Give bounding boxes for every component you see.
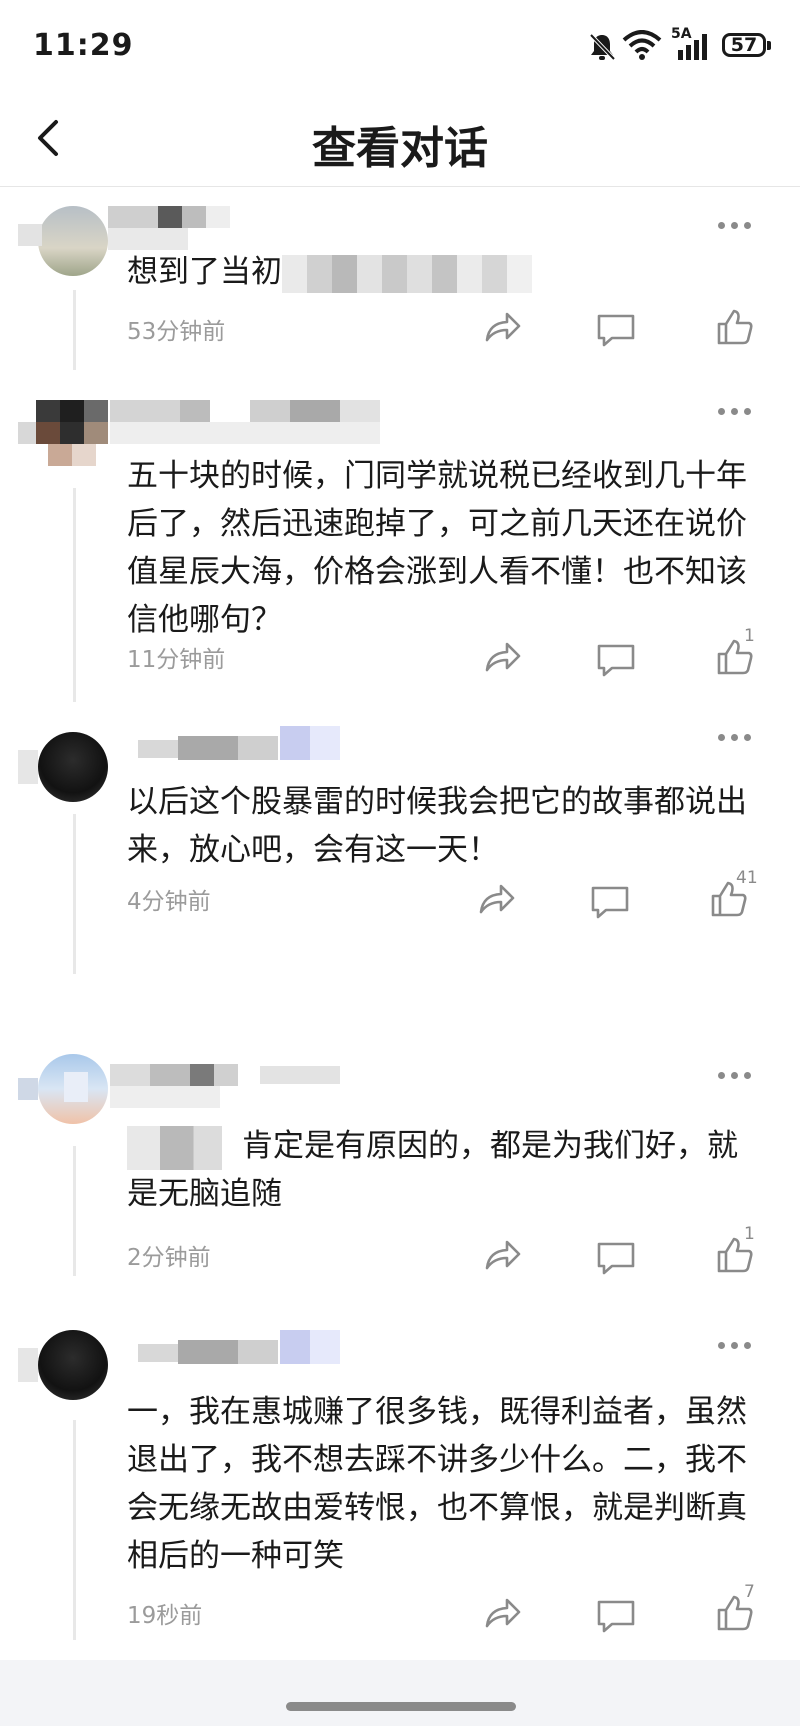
- like-count: 1: [744, 1224, 755, 1244]
- comment-time: 2分钟前: [127, 1245, 211, 1271]
- username-redacted[interactable]: [138, 1330, 340, 1374]
- thread-line: [73, 488, 76, 702]
- status-bar: 11:29 5A 57: [0, 0, 800, 92]
- redacted-text: [127, 1125, 222, 1170]
- comment-time: 11分钟前: [127, 647, 226, 673]
- wifi-icon: [622, 30, 662, 60]
- home-indicator[interactable]: [286, 1702, 516, 1711]
- bottom-band: [0, 1660, 800, 1726]
- comment-text: 一，我在惠城赚了很多钱，既得利益者，虽然退出了，我不想去踩不讲多少什么。二，我不…: [127, 1394, 747, 1574]
- like-count: 7: [744, 1582, 755, 1602]
- share-arrow-icon[interactable]: [478, 882, 516, 916]
- battery-tip: [767, 41, 771, 50]
- comment-bubble-icon[interactable]: [596, 1598, 636, 1634]
- thread-line: [73, 1146, 76, 1276]
- signal-icon: [678, 34, 707, 60]
- comment-bubble-icon[interactable]: [596, 312, 636, 348]
- comment-time: 4分钟前: [127, 889, 211, 915]
- comment-text: 以后这个股暴雷的时候我会把它的故事都说出来，放心吧，会有这一天！: [127, 784, 747, 868]
- comment-item: 一，我在惠城赚了很多钱，既得利益者，虽然退出了，我不想去踩不讲多少什么。二，我不…: [0, 1330, 800, 1660]
- more-dots-icon[interactable]: [718, 408, 754, 418]
- thread-line: [73, 814, 76, 974]
- more-dots-icon[interactable]: [718, 734, 754, 744]
- more-dots-icon[interactable]: [718, 222, 754, 232]
- status-time: 11:29: [33, 28, 134, 63]
- nav-header: 查看对话: [0, 92, 800, 187]
- like-count: 41: [736, 868, 758, 888]
- avatar[interactable]: [18, 1054, 108, 1134]
- comment-item: 肯定是有原因的，都是为我们好，就是无脑追随 2分钟前 1: [0, 1050, 800, 1290]
- comment-item: 以后这个股暴雷的时候我会把它的故事都说出来，放心吧，会有这一天！ 4分钟前 41: [0, 726, 800, 986]
- comment-item: 想到了当初 53分钟前: [0, 186, 800, 396]
- share-arrow-icon[interactable]: [484, 640, 522, 674]
- username-redacted[interactable]: [138, 726, 340, 770]
- status-icons: 5A 57: [570, 26, 800, 64]
- comment-bubble-icon[interactable]: [590, 884, 630, 920]
- comment-text: 想到了当初: [127, 248, 762, 296]
- battery-icon: 57: [722, 33, 766, 57]
- comment-bubble-icon[interactable]: [596, 642, 636, 678]
- share-arrow-icon[interactable]: [484, 1238, 522, 1272]
- comment-text: 五十块的时候，门同学就说税已经收到几十年后了，然后迅速跑掉了，可之前几天还在说价…: [127, 458, 747, 638]
- comment-item: 五十块的时候，门同学就说税已经收到几十年后了，然后迅速跑掉了，可之前几天还在说价…: [0, 396, 800, 726]
- more-dots-icon[interactable]: [718, 1342, 754, 1352]
- avatar[interactable]: [18, 206, 108, 286]
- share-arrow-icon[interactable]: [484, 1596, 522, 1630]
- bell-muted-icon: [589, 33, 616, 61]
- avatar[interactable]: [18, 400, 108, 480]
- thread-line: [73, 290, 76, 370]
- avatar[interactable]: [18, 1330, 108, 1410]
- redacted-text: [282, 254, 532, 293]
- share-arrow-icon[interactable]: [484, 310, 522, 344]
- comment-text: 肯定是有原因的，都是为我们好，就是无脑追随: [127, 1122, 762, 1218]
- comment-time: 19秒前: [127, 1603, 203, 1629]
- more-dots-icon[interactable]: [718, 1072, 754, 1082]
- avatar[interactable]: [18, 732, 108, 876]
- like-count: 1: [744, 626, 755, 646]
- username-redacted[interactable]: [110, 400, 380, 444]
- comment-bubble-icon[interactable]: [596, 1240, 636, 1276]
- username-redacted[interactable]: [110, 1064, 340, 1108]
- page-title: 查看对话: [312, 123, 488, 174]
- username-redacted[interactable]: [108, 206, 238, 250]
- thumbs-up-icon[interactable]: [716, 308, 754, 346]
- thread-line: [73, 1420, 76, 1640]
- comment-time: 53分钟前: [127, 319, 226, 345]
